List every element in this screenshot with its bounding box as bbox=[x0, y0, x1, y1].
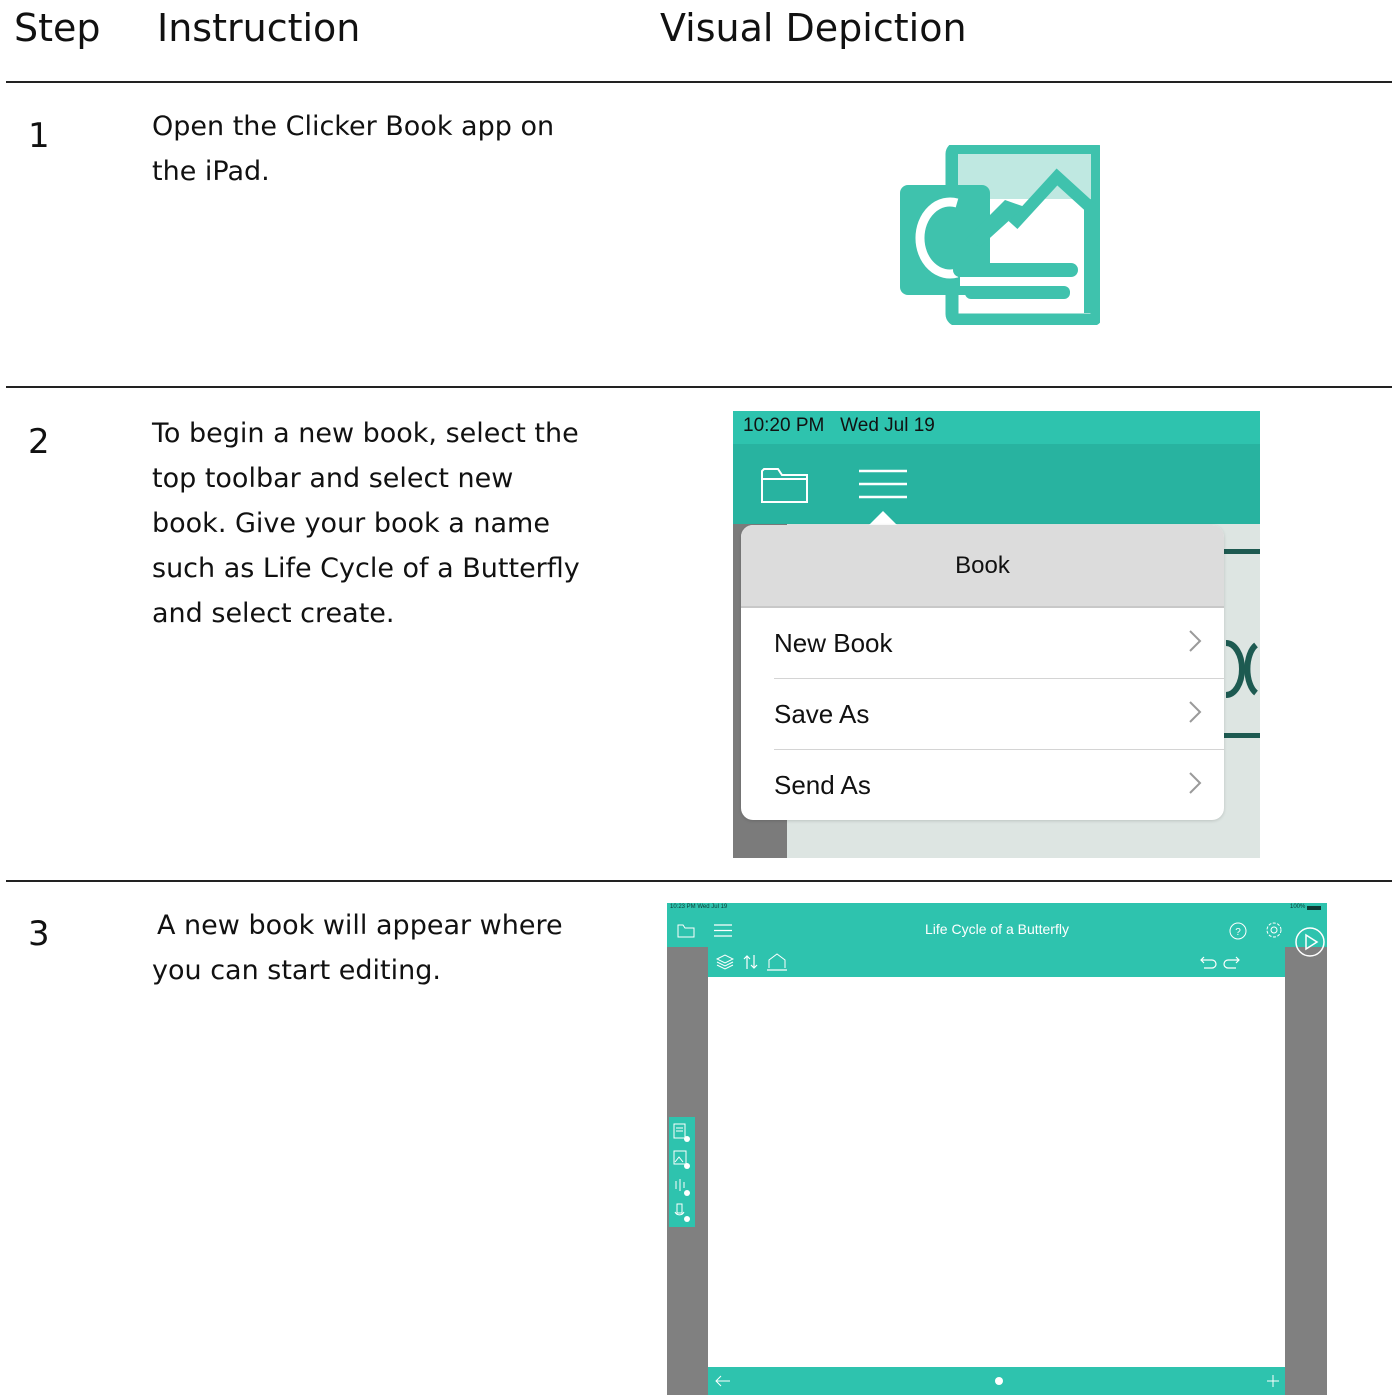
arrow-left-icon[interactable] bbox=[715, 1375, 731, 1387]
svg-text:?: ? bbox=[1235, 927, 1241, 938]
status-time: 10:20 PM Wed Jul 19 bbox=[743, 415, 935, 436]
redo-icon[interactable] bbox=[1222, 955, 1240, 969]
divider bbox=[6, 880, 1392, 882]
menu-item-label: Send As bbox=[774, 769, 871, 800]
header-step: Step bbox=[14, 6, 101, 50]
undo-icon[interactable] bbox=[1200, 955, 1218, 969]
book-title: Life Cycle of a Butterfly bbox=[925, 921, 1069, 937]
add-recording-icon[interactable] bbox=[673, 1203, 691, 1223]
step-number: 3 bbox=[28, 914, 50, 954]
instruction-text: Open the Clicker Book app on the iPad. bbox=[152, 111, 555, 187]
menu-item-save-as[interactable]: Save As bbox=[774, 679, 1224, 750]
header-instruction: Instruction bbox=[157, 6, 361, 50]
instruction-text: To begin a new book, select the top tool… bbox=[152, 418, 580, 629]
add-sound-icon[interactable] bbox=[673, 1177, 691, 1197]
step-number: 1 bbox=[28, 116, 50, 156]
add-text-icon[interactable] bbox=[673, 1123, 691, 1143]
play-icon[interactable] bbox=[1294, 926, 1326, 958]
battery-icon bbox=[1307, 906, 1321, 910]
menu-item-label: Save As bbox=[774, 698, 870, 729]
top-toolbar: 10:23 PM Wed Jul 19 100% Life Cycle of a… bbox=[667, 903, 1327, 957]
book-menu-popover: Book New Book Save As Send As bbox=[741, 525, 1224, 820]
chevron-right-icon bbox=[1189, 701, 1202, 723]
header-visual-depiction: Visual Depiction bbox=[660, 6, 967, 50]
help-icon[interactable]: ? bbox=[1229, 922, 1247, 940]
battery-level: 100% bbox=[1290, 904, 1306, 910]
status-bar: 10:20 PM Wed Jul 19 bbox=[733, 411, 1260, 444]
background-glyph bbox=[1225, 640, 1259, 698]
page-background-icon[interactable] bbox=[766, 953, 788, 971]
clicker-book-app-icon bbox=[895, 141, 1104, 327]
settings-icon[interactable] bbox=[1265, 921, 1283, 939]
chevron-right-icon bbox=[1189, 630, 1202, 652]
menu-icon[interactable] bbox=[858, 468, 908, 500]
bottom-toolbar bbox=[708, 1367, 1285, 1395]
background-rule bbox=[1223, 733, 1260, 738]
divider bbox=[6, 81, 1392, 83]
screenshot-book-menu: 10:20 PM Wed Jul 19 Book New Book Save A… bbox=[733, 411, 1260, 858]
page-indicator-dot bbox=[995, 1377, 1003, 1385]
popover-title: Book bbox=[741, 525, 1224, 608]
layers-icon[interactable] bbox=[716, 954, 734, 970]
instruction-text: A new book will appear where you can sta… bbox=[152, 910, 563, 986]
popover-arrow bbox=[869, 511, 897, 525]
chevron-right-icon bbox=[1189, 772, 1202, 794]
step-number: 2 bbox=[28, 422, 50, 462]
side-tools bbox=[669, 1117, 695, 1227]
divider bbox=[6, 386, 1392, 388]
screenshot-new-book: 10:23 PM Wed Jul 19 100% Life Cycle of a… bbox=[667, 903, 1327, 1395]
sort-icon[interactable] bbox=[742, 954, 760, 970]
add-page-icon[interactable] bbox=[1266, 1374, 1280, 1388]
page-canvas[interactable] bbox=[708, 977, 1285, 1367]
menu-item-new-book[interactable]: New Book bbox=[774, 608, 1224, 679]
status-time: 10:23 PM Wed Jul 19 bbox=[670, 904, 728, 910]
menu-item-send-as[interactable]: Send As bbox=[774, 750, 1224, 820]
add-picture-icon[interactable] bbox=[673, 1150, 691, 1170]
background-rule bbox=[1223, 549, 1260, 554]
edit-toolbar bbox=[708, 947, 1285, 977]
top-toolbar bbox=[733, 444, 1260, 524]
menu-item-label: New Book bbox=[774, 627, 893, 658]
folder-icon[interactable] bbox=[760, 465, 810, 505]
